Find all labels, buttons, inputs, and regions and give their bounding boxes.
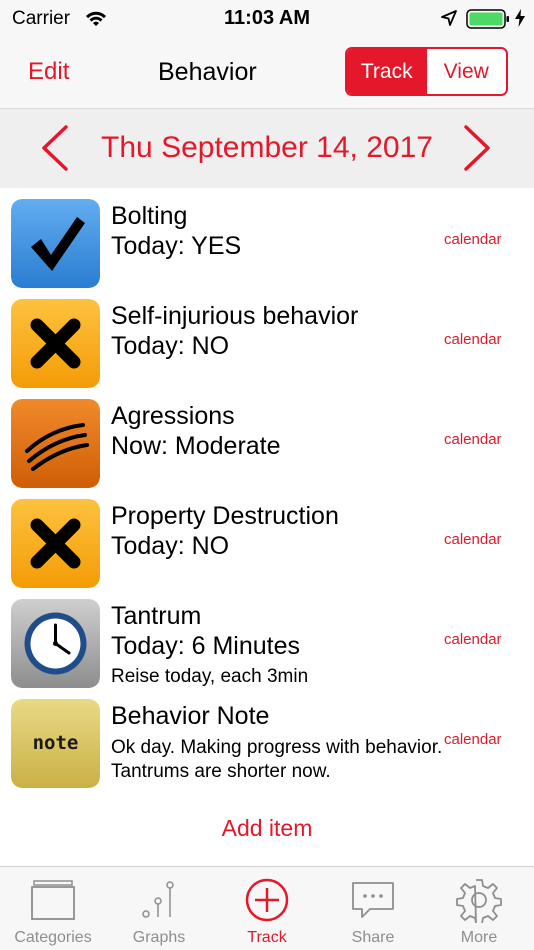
item-value: Today: NO: [111, 532, 230, 560]
tab-graphs[interactable]: Graphs: [106, 867, 212, 950]
item-value: Today: NO: [111, 332, 230, 360]
current-date: Thu September 14, 2017: [101, 131, 433, 164]
clock-icon: [11, 599, 100, 688]
item-value: Now: Moderate: [111, 432, 281, 460]
location-icon: [441, 10, 457, 26]
item-title: Agressions: [111, 402, 235, 430]
list-item-self-injurious-behavior[interactable]: Self-injurious behavior Today: NO calend…: [0, 290, 534, 390]
share-icon: [352, 882, 394, 918]
calendar-link[interactable]: calendar: [444, 631, 502, 648]
add-circle-icon: [245, 878, 289, 922]
tab-more[interactable]: More: [426, 867, 532, 950]
list-item-property-destruction[interactable]: Property Destruction Today: NO calendar: [0, 490, 534, 590]
check-icon: [11, 199, 100, 288]
item-note: Reise today, each 3min: [111, 666, 309, 687]
tab-label: Track: [247, 929, 287, 946]
gear-icon: [456, 879, 502, 923]
categories-icon: [31, 880, 75, 920]
add-item-button[interactable]: Add item: [0, 815, 534, 842]
navigation-bar: Edit Behavior Track View: [0, 38, 534, 108]
calendar-link[interactable]: calendar: [444, 731, 502, 748]
tab-share[interactable]: Share: [320, 867, 426, 950]
tab-label: Graphs: [132, 929, 186, 946]
calendar-link[interactable]: calendar: [444, 331, 502, 348]
battery-icon: [466, 9, 509, 29]
page-title: Behavior: [158, 58, 257, 86]
item-title: Bolting: [111, 202, 188, 230]
date-bar: Thu September 14, 2017: [0, 108, 534, 188]
tab-label: Share: [351, 929, 395, 946]
segment-track[interactable]: Track: [347, 49, 427, 94]
x-icon: [11, 299, 100, 388]
item-note: Ok day. Making progress with behavior. T…: [111, 737, 443, 782]
item-value: Today: 6 Minutes: [111, 632, 300, 660]
item-value: Today: YES: [111, 232, 242, 260]
list-item-bolting[interactable]: Bolting Today: YES calendar: [0, 190, 534, 290]
scale-icon: [11, 399, 100, 488]
calendar-link[interactable]: calendar: [444, 431, 502, 448]
tab-categories[interactable]: Categories: [0, 867, 106, 950]
item-title: Tantrum: [111, 602, 202, 630]
note-icon: note: [11, 699, 100, 788]
edit-button[interactable]: Edit: [28, 58, 69, 86]
charging-icon: [515, 9, 525, 27]
item-title: Property Destruction: [111, 502, 339, 530]
item-title: Self-injurious behavior: [111, 302, 359, 330]
calendar-link[interactable]: calendar: [444, 231, 502, 248]
tab-label: Categories: [14, 929, 92, 946]
list-item-behavior-note[interactable]: note Behavior Note Ok day. Making progre…: [0, 690, 534, 790]
item-title: Behavior Note: [111, 702, 270, 730]
svg-text:note: note: [33, 732, 79, 754]
next-day-chevron-icon[interactable]: [456, 123, 496, 173]
x-icon: [11, 499, 100, 588]
calendar-link[interactable]: calendar: [444, 531, 502, 548]
status-bar: Carrier 11:03 AM: [0, 0, 534, 38]
list-item-agressions[interactable]: Agressions Now: Moderate calendar: [0, 390, 534, 490]
list-item-tantrum[interactable]: Tantrum Today: 6 Minutes Reise today, ea…: [0, 590, 534, 690]
tab-bar: Categories Graphs Track Share More: [0, 866, 534, 950]
tab-label: More: [460, 929, 498, 946]
segment-view[interactable]: View: [426, 49, 506, 94]
graphs-icon: [142, 881, 174, 918]
tab-track[interactable]: Track: [214, 867, 320, 950]
behavior-list: Bolting Today: YES calendar Self-injurio…: [0, 190, 534, 790]
track-view-segmented-control: Track View: [345, 47, 508, 96]
